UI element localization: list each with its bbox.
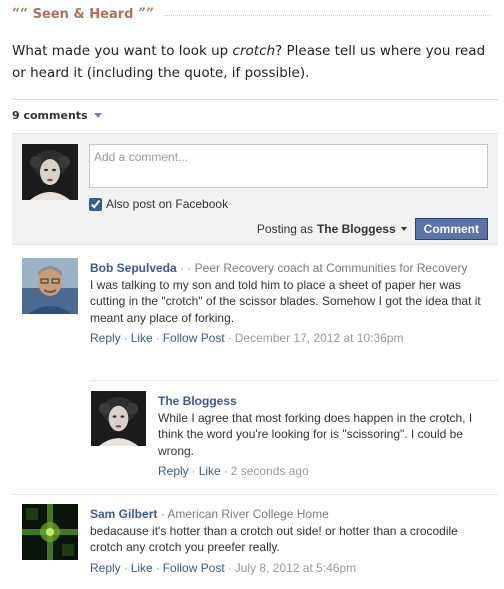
reply-link[interactable]: Reply (158, 464, 189, 478)
bob-sepulveda-avatar-icon (22, 258, 78, 314)
comment-author[interactable]: Bob Sepulveda (90, 261, 177, 275)
chevron-down-icon (93, 113, 102, 118)
comment-actions: Reply · Like · 2 seconds ago (158, 464, 309, 478)
sam-gilbert-avatar-icon (22, 504, 78, 560)
section-title: ““ Seen & Heard ”” (12, 6, 155, 22)
comment-meta: · American River College Home (157, 507, 329, 521)
comment-actions: Reply · Like · Follow Post · July 8, 2012 at 5… (90, 560, 357, 575)
open-quote-icon: ““ (12, 6, 29, 22)
comment-header: Sam Gilbert · American River College Hom… (90, 506, 490, 523)
comment-count-label: 9 comments (12, 109, 88, 122)
reply-link[interactable]: Reply (90, 331, 121, 345)
comment-header: Bob Sepulveda · · Peer Recovery coach at… (90, 260, 490, 277)
comment-divider (12, 494, 498, 495)
comment-text: While I agree that most forking does hap… (158, 410, 473, 458)
the-bloggess-avatar-icon (22, 144, 78, 200)
posting-as-row: Posting as The Bloggess Comment (257, 218, 488, 240)
comment-timestamp[interactable]: July 8, 2012 at 5:46pm (235, 561, 356, 575)
avatar[interactable] (91, 391, 146, 446)
close-quote-icon: ”” (138, 6, 155, 22)
comment-body: Sam Gilbert · American River College Hom… (90, 506, 490, 576)
comment-text: I was talking to my son and told him to … (90, 277, 481, 325)
reply-body: The Bloggess While I agree that most for… (158, 393, 478, 480)
seen-and-heard-header: ““ Seen & Heard ”” (12, 5, 492, 23)
like-link[interactable]: Like (199, 464, 221, 478)
follow-post-link[interactable]: Follow Post (163, 331, 225, 345)
comment-timestamp[interactable]: December 17, 2012 at 10:36pm (235, 331, 404, 345)
post-on-facebook-option[interactable]: Also post on Facebook (89, 197, 228, 211)
comment-author[interactable]: Sam Gilbert (90, 507, 157, 521)
follow-post-link[interactable]: Follow Post (163, 561, 225, 575)
reply-divider (90, 380, 498, 381)
like-link[interactable]: Like (131, 561, 153, 575)
comment-author[interactable]: The Bloggess (158, 394, 237, 408)
comment-meta: · · Peer Recovery coach at Communities f… (176, 261, 468, 275)
comment-body: Bob Sepulveda · · Peer Recovery coach at… (90, 260, 490, 347)
comment-text: bedacause it's hotter than a crotch out … (90, 523, 458, 555)
comment-actions: Reply · Like · Follow Post · December 17, 2012… (90, 331, 404, 345)
comment-timestamp[interactable]: 2 seconds ago (231, 464, 309, 478)
comments-divider (12, 99, 498, 100)
avatar[interactable] (22, 504, 78, 560)
chevron-down-icon[interactable] (400, 227, 407, 231)
the-bloggess-avatar-icon (91, 391, 146, 446)
reply-link[interactable]: Reply (90, 561, 121, 575)
posting-as-label: Posting as (256, 222, 313, 236)
comment-button[interactable]: Comment (414, 218, 488, 240)
comment-header: The Bloggess (158, 393, 478, 410)
posting-as-name[interactable]: The Bloggess (317, 222, 396, 236)
section-prompt: What made you want to look up crotch? Pl… (12, 43, 486, 81)
compose-comment-box: Also post on Facebook Posting as The Blo… (12, 133, 498, 245)
comment-count-dropdown[interactable]: 9 comments (12, 109, 102, 122)
avatar (22, 144, 78, 200)
like-link[interactable]: Like (131, 331, 153, 345)
header-divider (164, 14, 492, 16)
comment-input[interactable] (89, 144, 488, 188)
post-on-facebook-label: Also post on Facebook (106, 197, 229, 211)
post-on-facebook-checkbox[interactable] (89, 197, 102, 211)
avatar[interactable] (22, 258, 78, 314)
looked-up-word: crotch (232, 43, 276, 59)
